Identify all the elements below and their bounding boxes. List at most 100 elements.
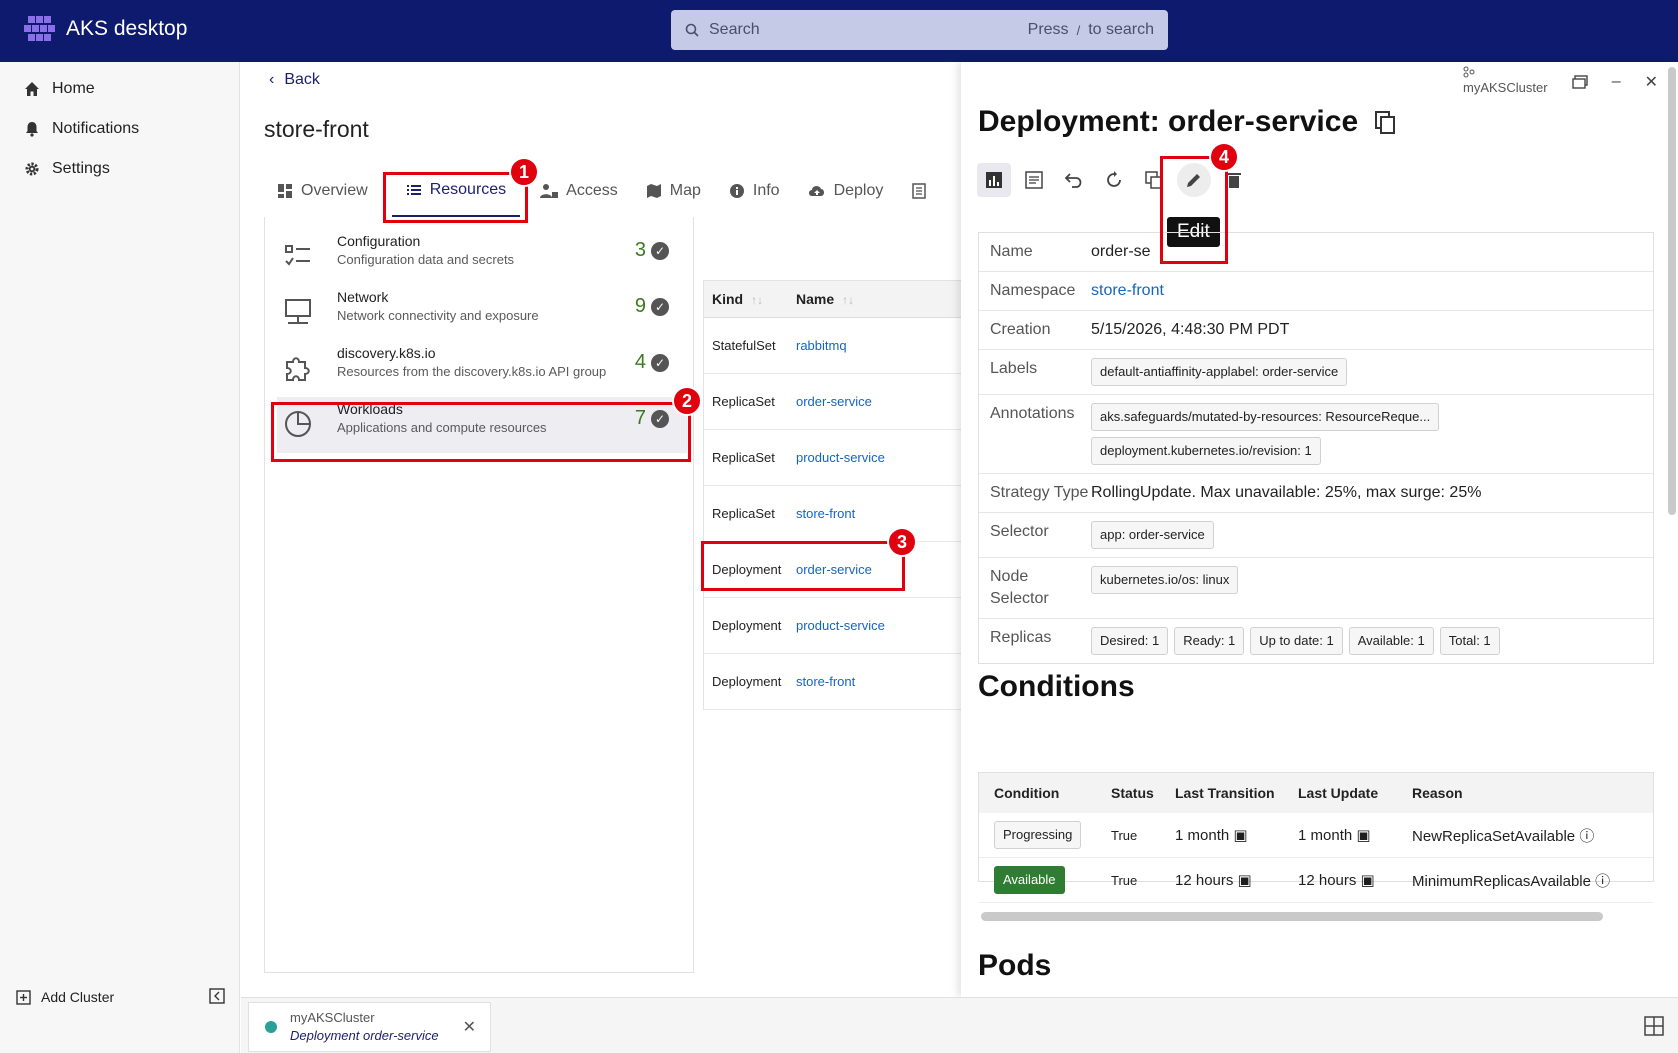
sidebar-item-label: Notifications xyxy=(52,120,140,137)
info-outline-icon[interactable]: ⓘ xyxy=(1579,828,1594,845)
node-selector-chip: kubernetes.io/os: linux xyxy=(1091,566,1239,594)
column-status: Status xyxy=(1111,785,1154,801)
namespace-link[interactable]: store-front xyxy=(1091,280,1164,302)
calendar-icon: ▣ xyxy=(1360,872,1375,889)
gear-icon xyxy=(25,162,39,176)
drawer-scrollbar[interactable] xyxy=(1668,67,1676,515)
meta-row-selector: Selector app: order-service xyxy=(979,513,1653,558)
back-label: Back xyxy=(284,71,320,88)
meta-value: 5/15/2026, 4:48:30 PM PDT xyxy=(1091,321,1290,338)
sidebar-item-notifications[interactable]: Notifications xyxy=(0,109,239,149)
resource-categories: Configuration Configuration data and sec… xyxy=(264,217,694,973)
tab-info[interactable]: Info xyxy=(715,165,794,217)
tab-map[interactable]: Map xyxy=(632,165,715,217)
popout-icon[interactable] xyxy=(1571,75,1588,89)
column-condition: Condition xyxy=(994,785,1060,801)
table-row[interactable]: ReplicaSet product-service xyxy=(704,430,961,486)
table-row[interactable]: Deployment product-service xyxy=(704,598,961,654)
calendar-icon: ▣ xyxy=(1233,827,1248,844)
highlight-deployment-row xyxy=(701,541,905,591)
step-badge-3: 3 xyxy=(887,527,917,557)
minimize-icon[interactable]: – xyxy=(1612,73,1621,91)
cell-name-link[interactable]: product-service xyxy=(796,450,885,465)
collapse-sidebar-icon[interactable] xyxy=(209,988,225,1007)
cell-kind: Deployment xyxy=(712,674,782,689)
column-last-update: Last Update xyxy=(1298,785,1379,801)
sidebar-item-home[interactable]: Home xyxy=(0,69,239,109)
category-network[interactable]: Network Network connectivity and exposur… xyxy=(277,285,687,341)
grid-layout-icon[interactable] xyxy=(1644,1016,1664,1036)
app-logo[interactable]: AKS desktop xyxy=(24,14,187,44)
meta-key: Annotations xyxy=(990,405,1075,422)
annotation-chip[interactable]: aks.safeguards/mutated-by-resources: Res… xyxy=(1091,403,1440,431)
close-icon[interactable]: ✕ xyxy=(463,1017,476,1037)
conditions-header: Condition Status Last Transition Last Up… xyxy=(979,773,1653,813)
search-icon xyxy=(685,23,699,37)
tab-label: Access xyxy=(566,182,618,199)
cell-kind: ReplicaSet xyxy=(712,506,775,521)
add-cluster-label: Add Cluster xyxy=(41,989,115,1005)
activity-tab[interactable]: myAKSCluster Deployment order-service ✕ xyxy=(248,1002,491,1052)
category-title: Configuration xyxy=(337,233,421,249)
back-link[interactable]: ‹ Back xyxy=(269,71,320,89)
tab-access[interactable]: Access xyxy=(526,165,632,217)
table-row[interactable]: Deployment store-front xyxy=(704,654,961,710)
selector-chip: app: order-service xyxy=(1091,521,1214,549)
condition-row: Available True 12 hours ▣ 12 hours ▣ Min… xyxy=(979,858,1653,903)
highlight-edit-button xyxy=(1160,156,1228,264)
close-icon[interactable]: ✕ xyxy=(1645,72,1658,92)
category-desc: Network connectivity and exposure xyxy=(337,308,539,323)
view-chart-button[interactable] xyxy=(977,163,1011,197)
sidebar-item-settings[interactable]: Settings xyxy=(0,149,239,189)
cell-name-link[interactable]: store-front xyxy=(796,506,855,521)
restart-button[interactable] xyxy=(1097,163,1131,197)
label-chip: default-antiaffinity-applabel: order-ser… xyxy=(1091,358,1348,386)
check-circle-icon: ✓ xyxy=(651,241,669,260)
search-hint-rest: to search xyxy=(1088,21,1154,38)
page-title: store-front xyxy=(264,116,369,142)
cell-name-link[interactable]: product-service xyxy=(796,618,885,633)
check-circle-icon: ✓ xyxy=(651,353,669,372)
meta-row-labels: Labels default-antiaffinity-applabel: ord… xyxy=(979,350,1653,395)
sort-icon[interactable]: ↑↓ xyxy=(751,293,763,307)
cell-name-link[interactable]: order-service xyxy=(796,394,872,409)
cell-name-link[interactable]: store-front xyxy=(796,674,855,689)
metadata-table: Name order-se Namespace store-front Creati… xyxy=(978,232,1654,664)
table-row[interactable]: ReplicaSet order-service xyxy=(704,374,961,430)
sort-icon[interactable]: ↑↓ xyxy=(842,293,854,307)
column-last-transition: Last Transition xyxy=(1175,785,1275,801)
count-value: 4 xyxy=(634,351,646,373)
highlight-resources-tab xyxy=(383,172,528,223)
category-configuration[interactable]: Configuration Configuration data and sec… xyxy=(277,229,687,285)
copy-icon[interactable] xyxy=(1374,110,1396,134)
view-yaml-button[interactable] xyxy=(1017,163,1051,197)
condition-chip: Progressing xyxy=(994,821,1082,849)
info-outline-icon[interactable]: ⓘ xyxy=(1595,873,1610,890)
meta-value: RollingUpdate. Max unavailable: 25%, max… xyxy=(1091,484,1482,501)
cell-name-link[interactable]: rabbitmq xyxy=(796,338,847,353)
activity-tab-cluster: myAKSCluster xyxy=(290,1010,375,1025)
table-header: Kind ↑↓ Name ↑↓ xyxy=(704,281,961,318)
add-cluster-button[interactable]: Add Cluster xyxy=(0,981,239,1013)
meta-row-replicas: Replicas Desired: 1 Ready: 1 Up to date:… xyxy=(979,619,1653,663)
condition-status: True xyxy=(1111,872,1138,888)
category-discovery[interactable]: discovery.k8s.io Resources from the disc… xyxy=(277,341,687,397)
search-bar[interactable]: Search Press / to search xyxy=(671,10,1168,50)
dashboard-icon xyxy=(278,184,292,198)
cell-kind: ReplicaSet xyxy=(712,450,775,465)
aks-logo-icon xyxy=(24,16,55,41)
table-row[interactable]: StatefulSet rabbitmq xyxy=(704,318,961,374)
meta-key: Creation xyxy=(990,321,1051,338)
rollback-button[interactable] xyxy=(1057,163,1091,197)
conditions-scrollbar[interactable] xyxy=(981,912,1603,921)
tab-more[interactable] xyxy=(897,165,941,217)
table-row[interactable]: ReplicaSet store-front xyxy=(704,486,961,542)
meta-key: Labels xyxy=(990,360,1038,377)
tab-overview[interactable]: Overview xyxy=(263,165,382,217)
meta-key: Strategy Type xyxy=(990,484,1089,501)
column-name[interactable]: Name ↑↓ xyxy=(796,291,854,307)
tab-deploy[interactable]: Deploy xyxy=(794,165,898,217)
search-hint-key: / xyxy=(1076,22,1081,38)
column-kind[interactable]: Kind ↑↓ xyxy=(704,291,796,307)
replica-chip: Total: 1 xyxy=(1439,627,1500,655)
